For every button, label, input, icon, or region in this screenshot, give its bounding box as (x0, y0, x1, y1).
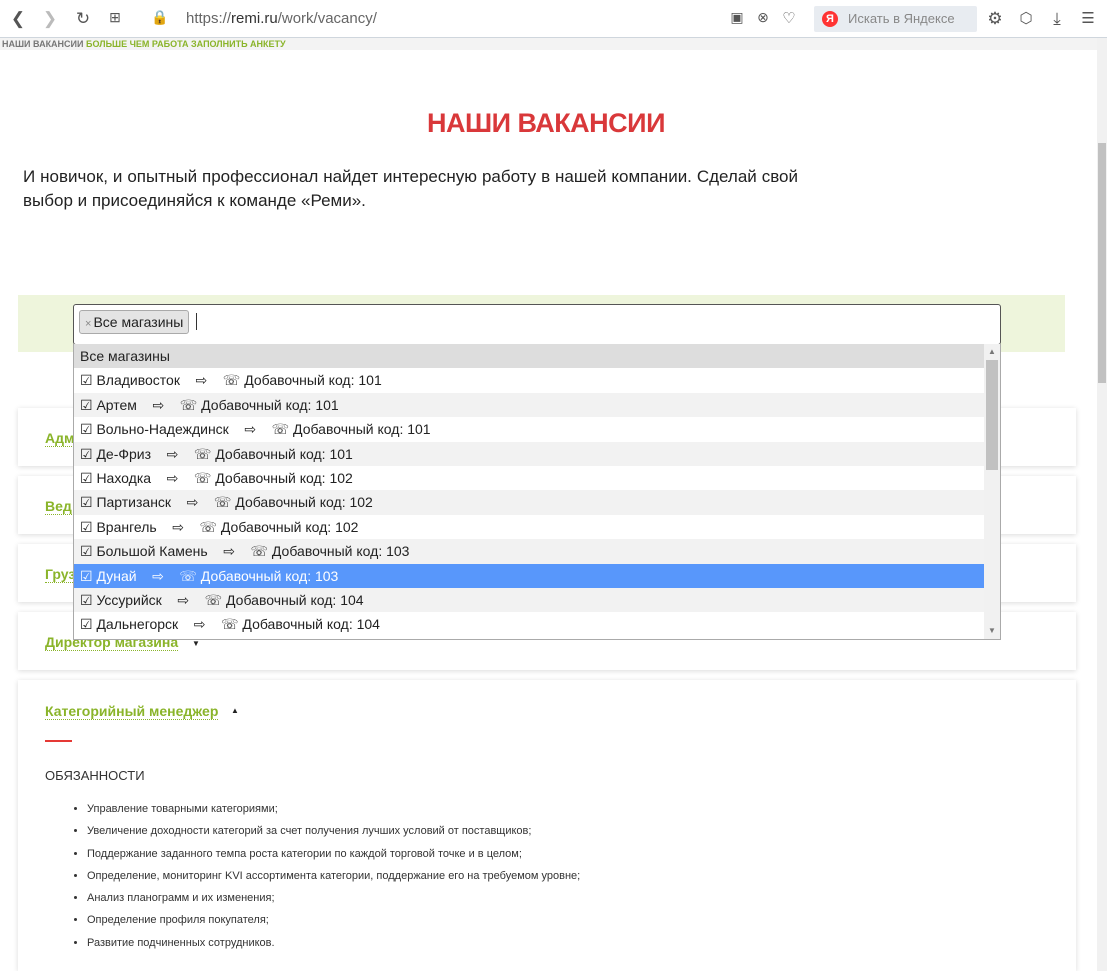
list-item: Определение, мониторинг KVI ассортимента… (87, 865, 580, 887)
vacancy-title[interactable]: Груз (45, 566, 76, 583)
store-option[interactable]: ☑ Артем ⇨ ☏ Добавочный код: 101 (74, 392, 984, 418)
selected-chip: × Все магазины (79, 310, 190, 334)
lock-icon: 🔒 (151, 9, 169, 25)
list-item: Определение профиля покупателя; (87, 909, 580, 931)
url-path: /work/vacancy/ (277, 10, 377, 27)
menu-icon[interactable]: ☰ (1078, 9, 1098, 27)
reload-icon[interactable]: ↻ (73, 9, 93, 29)
top-nav-strip: НАШИ ВАКАНСИИ БОЛЬШЕ ЧЕМ РАБОТА ЗАПОЛНИТ… (0, 38, 1097, 50)
store-option[interactable]: ☑ Находка ⇨ ☏ Добавочный код: 102 (74, 466, 984, 490)
store-option[interactable]: ☑ Партизанск ⇨ ☏ Добавочный код: 102 (74, 490, 984, 515)
page-title: НАШИ ВАКАНСИИ (427, 108, 665, 138)
option-all-stores[interactable]: Все магазины (74, 344, 984, 369)
camera-icon[interactable]: ▣ (727, 9, 747, 26)
nav-fill-form[interactable]: ЗАПОЛНИТЬ АНКЕТУ (191, 39, 286, 49)
store-option-highlighted[interactable]: ☑ Дунай ⇨ ☏ Добавочный код: 103 (74, 563, 984, 588)
vacancy-card-expanded: Категорийный менеджер ▲ ОБЯЗАННОСТИ Упра… (18, 680, 1076, 971)
divider (45, 740, 72, 742)
extensions-icon[interactable]: ⬡ (1016, 9, 1036, 27)
list-item: Развитие подчиненных сотрудников. (87, 932, 580, 954)
store-option[interactable]: ☑ Дальнегорск ⇨ ☏ Добавочный код: 104 (74, 612, 984, 636)
duties-heading: ОБЯЗАННОСТИ (45, 768, 145, 783)
yandex-search-input[interactable]: Я Искать в Яндексе (814, 6, 977, 32)
store-option[interactable]: ☑ Врангель ⇨ ☏ Добавочный код: 102 (74, 515, 984, 539)
address-bar[interactable]: https://remi.ru/work/vacancy/ (186, 10, 377, 27)
collapse-icon[interactable]: ▲ (231, 706, 239, 715)
nav-vacancies[interactable]: НАШИ ВАКАНСИИ (2, 39, 84, 49)
nav-more-than-work[interactable]: БОЛЬШЕ ЧЕМ РАБОТА (86, 39, 189, 49)
tabs-grid-icon[interactable]: ⊞ (105, 9, 125, 26)
heart-icon[interactable]: ♡ (779, 9, 799, 27)
store-select[interactable]: × Все магазины (73, 304, 1001, 345)
store-option[interactable]: ☑ Де-Фриз ⇨ ☏ Добавочный код: 101 (74, 441, 984, 466)
back-icon[interactable]: ❮ (8, 9, 28, 29)
scroll-down-icon[interactable]: ▼ (988, 626, 996, 635)
forward-icon[interactable]: ❯ (40, 9, 60, 29)
dropdown-scrollbar[interactable]: ▲ ▼ (984, 344, 1000, 639)
intro-text: И новичок, и опытный профессионал найдет… (23, 167, 798, 210)
list-item: Увеличение доходности категорий за счет … (87, 820, 580, 842)
store-dropdown: Все магазины ☑ Владивосток ⇨ ☏ Добавочны… (73, 344, 1001, 640)
list-item: Анализ планограмм и их изменения; (87, 887, 580, 909)
vacancy-title[interactable]: Адм (45, 430, 75, 447)
store-option[interactable]: ☑ Большой Камень ⇨ ☏ Добавочный код: 103 (74, 539, 984, 564)
store-option[interactable]: ☑ Владивосток ⇨ ☏ Добавочный код: 101 (74, 368, 984, 392)
protect-icon[interactable]: ⊗ (753, 9, 773, 26)
store-option[interactable]: ☑ Вольно-Надеждинск ⇨ ☏ Добавочный код: … (74, 417, 984, 441)
gear-icon[interactable]: ⚙ (985, 9, 1005, 29)
download-icon[interactable]: ⤓ (1047, 9, 1067, 29)
store-option[interactable]: ☑ Уссурийск ⇨ ☏ Добавочный код: 104 (74, 587, 984, 613)
vacancy-title[interactable]: Вед (45, 498, 72, 515)
duties-list: Управление товарными категориями; Увелич… (87, 798, 580, 954)
text-cursor (196, 313, 197, 330)
chip-label: Все магазины (93, 314, 184, 330)
page-scrollbar[interactable] (1097, 38, 1107, 971)
url-prefix: https:// (186, 10, 232, 27)
vacancy-title[interactable]: Категорийный менеджер (45, 703, 219, 720)
browser-toolbar: ❮ ❯ ↻ ⊞ 🔒 https://remi.ru/work/vacancy/ … (0, 0, 1107, 38)
expand-icon[interactable]: ▼ (192, 639, 200, 648)
list-item: Поддержание заданного темпа роста катего… (87, 843, 580, 865)
list-item: Управление товарными категориями; (87, 798, 580, 820)
yandex-icon: Я (822, 11, 838, 27)
chip-remove-icon[interactable]: × (85, 318, 91, 330)
url-domain: remi.ru (231, 10, 278, 27)
scroll-up-icon[interactable]: ▲ (988, 347, 996, 356)
dropdown-scrollbar-thumb[interactable] (986, 360, 998, 470)
search-placeholder: Искать в Яндексе (848, 11, 955, 26)
page-scrollbar-thumb[interactable] (1098, 143, 1106, 383)
